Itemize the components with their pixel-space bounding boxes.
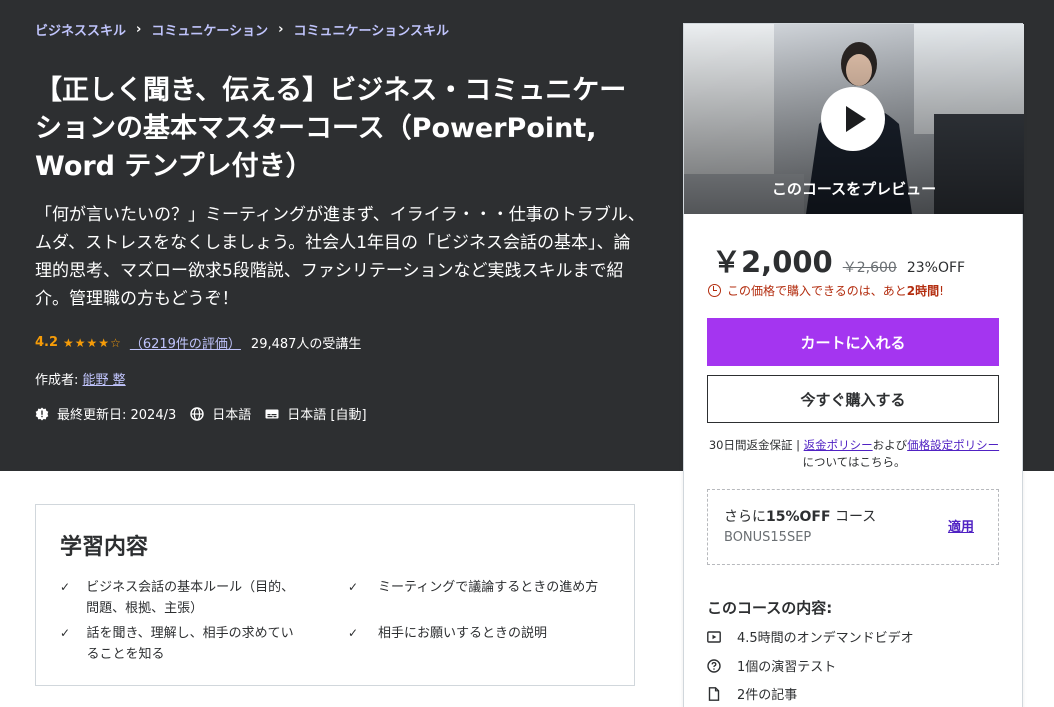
guarantee-and: および	[872, 438, 908, 452]
include-item-text: 2件の記事	[737, 688, 798, 703]
price-row: ￥2,000 ￥2,600 23%OFF	[712, 239, 965, 281]
original-price: ￥2,600	[842, 260, 897, 276]
refund-policy-link[interactable]: 返金ポリシー	[804, 438, 873, 452]
language-text: 日本語	[212, 408, 252, 423]
timer-prefix: この価格で購入できるのは、あと	[727, 284, 907, 298]
check-icon: ✓	[348, 626, 359, 640]
author-link[interactable]: 能野 整	[83, 373, 126, 388]
coupon-code: BONUS15SEP	[724, 530, 812, 545]
coupon-discount: 15%OFF	[766, 509, 831, 525]
coupon-description: さらに15%OFF コース	[724, 506, 876, 526]
coupon-box: さらに15%OFF コース BONUS15SEP 適用	[707, 489, 999, 565]
learn-item: ✓ ミーティングで議論するときの進め方	[348, 577, 608, 598]
closed-captions-icon	[265, 409, 279, 418]
learn-item: ✓ ビジネス会話の基本ルール（目的、問題、根拠、主張）	[60, 577, 300, 619]
breadcrumb-item-business-skills[interactable]: ビジネススキル	[35, 20, 126, 39]
learn-item-text: 話を聞き、理解し、相手の求めていることを知る	[86, 626, 294, 662]
what-you-will-learn: 学習内容 ✓ ビジネス会話の基本ルール（目的、問題、根拠、主張） ✓ ミーティン…	[35, 504, 635, 686]
check-icon: ✓	[60, 580, 71, 594]
learn-item: ✓ 相手にお願いするときの説明	[348, 623, 608, 644]
learn-item-text: ミーティングで議論するときの進め方	[378, 580, 599, 595]
last-updated: 最終更新日: 2024/3	[35, 404, 176, 423]
star-rating-icon: ★★★★☆	[63, 335, 122, 350]
video-icon	[707, 630, 721, 643]
include-item-articles: 2件の記事	[707, 684, 797, 703]
breadcrumb-separator: ›	[278, 22, 284, 37]
update-alert-icon	[35, 407, 49, 420]
breadcrumb-item-communication[interactable]: コミュニケーション	[151, 20, 268, 39]
author-row: 作成者: 能野 整	[35, 369, 126, 388]
globe-icon	[190, 406, 204, 421]
learn-item-text: 相手にお願いするときの説明	[378, 626, 548, 641]
pricing-policy-link[interactable]: 価格設定ポリシー	[907, 438, 999, 452]
breadcrumb-item-communication-skills[interactable]: コミュニケーションスキル	[293, 20, 448, 39]
course-language: 日本語	[190, 404, 251, 423]
timer-remaining: 2時間	[906, 284, 940, 298]
discount-percent: 23%OFF	[906, 260, 966, 276]
question-circle-icon	[707, 658, 721, 673]
last-updated-text: 最終更新日: 2024/3	[57, 408, 177, 423]
guarantee-text: 30日間返金保証 | 返金ポリシーおよび価格設定ポリシーについてはこちら。	[704, 437, 1004, 471]
includes-title: このコースの内容:	[707, 599, 833, 617]
timer-suffix: !	[939, 283, 944, 298]
course-subtitle: 「何が言いたいの？」ミーティングが進まず、イライラ・・・仕事のトラブル、ムダ、ス…	[35, 205, 645, 309]
check-icon: ✓	[348, 580, 359, 594]
captions-text: 日本語 [自動]	[287, 408, 367, 423]
add-to-cart-button[interactable]: カートに入れる	[707, 318, 999, 366]
breadcrumb: ビジネススキル › コミュニケーション › コミュニケーションスキル	[35, 20, 449, 39]
guarantee-suffix: についてはこちら。	[802, 455, 906, 469]
learn-item-text: ビジネス会話の基本ルール（目的、問題、根拠、主張）	[86, 580, 295, 616]
learn-title: 学習内容	[60, 535, 149, 560]
course-title: 【正しく聞き、伝える】ビジネス・コミュニケーションの基本マスターコース（Powe…	[35, 75, 627, 182]
preview-label: このコースをプレビュー	[771, 180, 937, 198]
coupon-suffix: コース	[830, 509, 877, 525]
guarantee-prefix: 30日間返金保証 |	[708, 438, 804, 452]
rating-row: 4.2 ★★★★☆ （6219件の評価） 29,487人の受講生	[35, 333, 361, 352]
include-item-text: 1個の演習テスト	[737, 660, 837, 675]
file-icon	[708, 686, 720, 701]
rating-count-link[interactable]: （6219件の評価）	[130, 333, 241, 352]
rating-score: 4.2	[35, 335, 59, 350]
student-count: 29,487人の受講生	[250, 337, 362, 352]
purchase-sidebar: このコースをプレビュー ￥2,000 ￥2,600 23%OFF この価格で購入…	[683, 23, 1024, 707]
learn-item: ✓ 話を聞き、理解し、相手の求めていることを知る	[60, 623, 300, 665]
current-price: ￥2,000	[712, 245, 833, 279]
course-captions: 日本語 [自動]	[265, 404, 367, 423]
course-page: ビジネススキル › コミュニケーション › コミュニケーションスキル 【正しく聞…	[0, 0, 1054, 707]
course-meta-row: 最終更新日: 2024/3 日本語 日本語 [自動]	[35, 404, 381, 423]
coupon-prefix: さらに	[724, 509, 766, 525]
price-timer: この価格で購入できるのは、あと 2時間 !	[708, 282, 944, 299]
play-icon[interactable]	[821, 87, 885, 151]
apply-coupon-button[interactable]: 適用	[948, 516, 974, 535]
include-item-video: 4.5時間のオンデマンドビデオ	[707, 627, 914, 646]
check-icon: ✓	[60, 626, 71, 640]
alarm-clock-icon	[708, 284, 721, 297]
course-preview-video[interactable]: このコースをプレビュー	[684, 24, 1024, 214]
include-item-text: 4.5時間のオンデマンドビデオ	[737, 631, 914, 646]
buy-now-button[interactable]: 今すぐ購入する	[707, 375, 999, 423]
include-item-test: 1個の演習テスト	[707, 656, 836, 675]
author-label: 作成者:	[35, 373, 79, 388]
breadcrumb-separator: ›	[136, 22, 142, 37]
